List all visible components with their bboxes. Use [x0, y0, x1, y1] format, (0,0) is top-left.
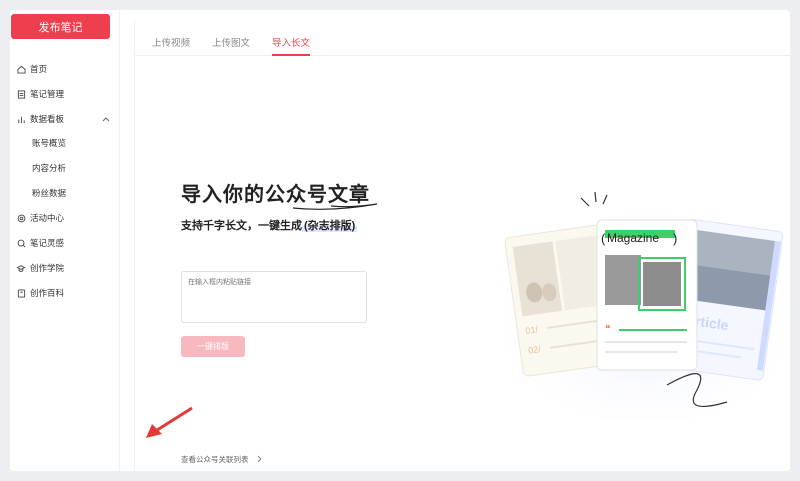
sidebar-item-content-analysis[interactable]: 内容分析: [32, 159, 132, 177]
card-left-label-1: 01/: [525, 324, 539, 336]
sidebar: 发布笔记 首页 笔记管理 数据看板 账号概览 内容分析 粉丝数据 活动中心 笔记…: [10, 10, 120, 471]
footer-link-label: 查看公众号关联列表: [181, 455, 249, 464]
sidebar-item-label: 账号概览: [32, 138, 67, 148]
card-left-label-2: 02/: [528, 344, 542, 356]
svg-text:❝: ❝: [605, 324, 610, 335]
subtitle-highlight: (杂志排版): [302, 220, 358, 232]
publish-note-button[interactable]: 发布笔记: [11, 14, 110, 39]
sidebar-item-dashboard[interactable]: 数据看板: [16, 110, 116, 128]
main-content: 上传视频 上传图文 导入长文 导入你的公众号文章 支持千字长文，一键生成 (杂志排…: [134, 20, 790, 471]
sidebar-item-label: 数据看板: [30, 114, 65, 124]
sidebar-item-label: 活动中心: [30, 213, 65, 223]
sidebar-item-activity[interactable]: 活动中心: [16, 209, 116, 227]
tab-upload-image-text[interactable]: 上传图文: [212, 35, 250, 56]
sidebar-item-home[interactable]: 首页: [16, 60, 116, 78]
card-middle-label: Magazine: [607, 231, 659, 245]
home-icon: [16, 64, 26, 74]
sidebar-item-inspiration[interactable]: 笔记灵感: [16, 234, 116, 252]
one-click-layout-button[interactable]: 一键排版: [181, 336, 245, 357]
chart-icon: [16, 114, 26, 124]
app-frame: 发布笔记 首页 笔记管理 数据看板 账号概览 内容分析 粉丝数据 活动中心 笔记…: [10, 10, 790, 471]
sidebar-item-label: 粉丝数据: [32, 188, 67, 198]
link-input[interactable]: [181, 271, 367, 323]
sidebar-item-notes[interactable]: 笔记管理: [16, 85, 116, 103]
svg-text:(: (: [601, 231, 606, 246]
subtitle-text: 支持千字长文，一键生成: [181, 220, 302, 232]
tab-bar: 上传视频 上传图文 导入长文: [135, 20, 790, 56]
inspiration-icon: [16, 238, 26, 248]
encyclopedia-icon: [16, 288, 26, 298]
title-underline-decoration: [292, 203, 378, 210]
sidebar-item-academy[interactable]: 创作学院: [16, 259, 116, 277]
sidebar-item-label: 笔记灵感: [30, 238, 65, 248]
tab-upload-video[interactable]: 上传视频: [152, 35, 190, 56]
academy-icon: [16, 263, 26, 273]
sidebar-item-account-overview[interactable]: 账号概览: [32, 134, 132, 152]
magazine-illustration: 01/ 02/ Article ( Magazine) ❝: [497, 191, 787, 420]
sidebar-item-encyclopedia[interactable]: 创作百科: [16, 284, 116, 302]
note-icon: [16, 89, 26, 99]
activity-icon: [16, 213, 26, 223]
chevron-right-icon: [257, 455, 262, 465]
sidebar-item-label: 创作百科: [30, 288, 65, 298]
red-arrow-annotation: [146, 406, 193, 438]
sidebar-item-fans-data[interactable]: 粉丝数据: [32, 184, 132, 202]
sidebar-item-label: 笔记管理: [30, 89, 65, 99]
chevron-up-icon: [102, 114, 110, 124]
page-subtitle: 支持千字长文，一键生成 (杂志排版): [181, 217, 358, 233]
sidebar-item-label: 首页: [30, 64, 48, 74]
tab-import-long-article[interactable]: 导入长文: [272, 35, 311, 56]
svg-text:): ): [673, 231, 677, 246]
view-linked-accounts-link[interactable]: 查看公众号关联列表: [181, 454, 262, 465]
sidebar-item-label: 创作学院: [30, 263, 65, 273]
sidebar-item-label: 内容分析: [32, 163, 67, 173]
